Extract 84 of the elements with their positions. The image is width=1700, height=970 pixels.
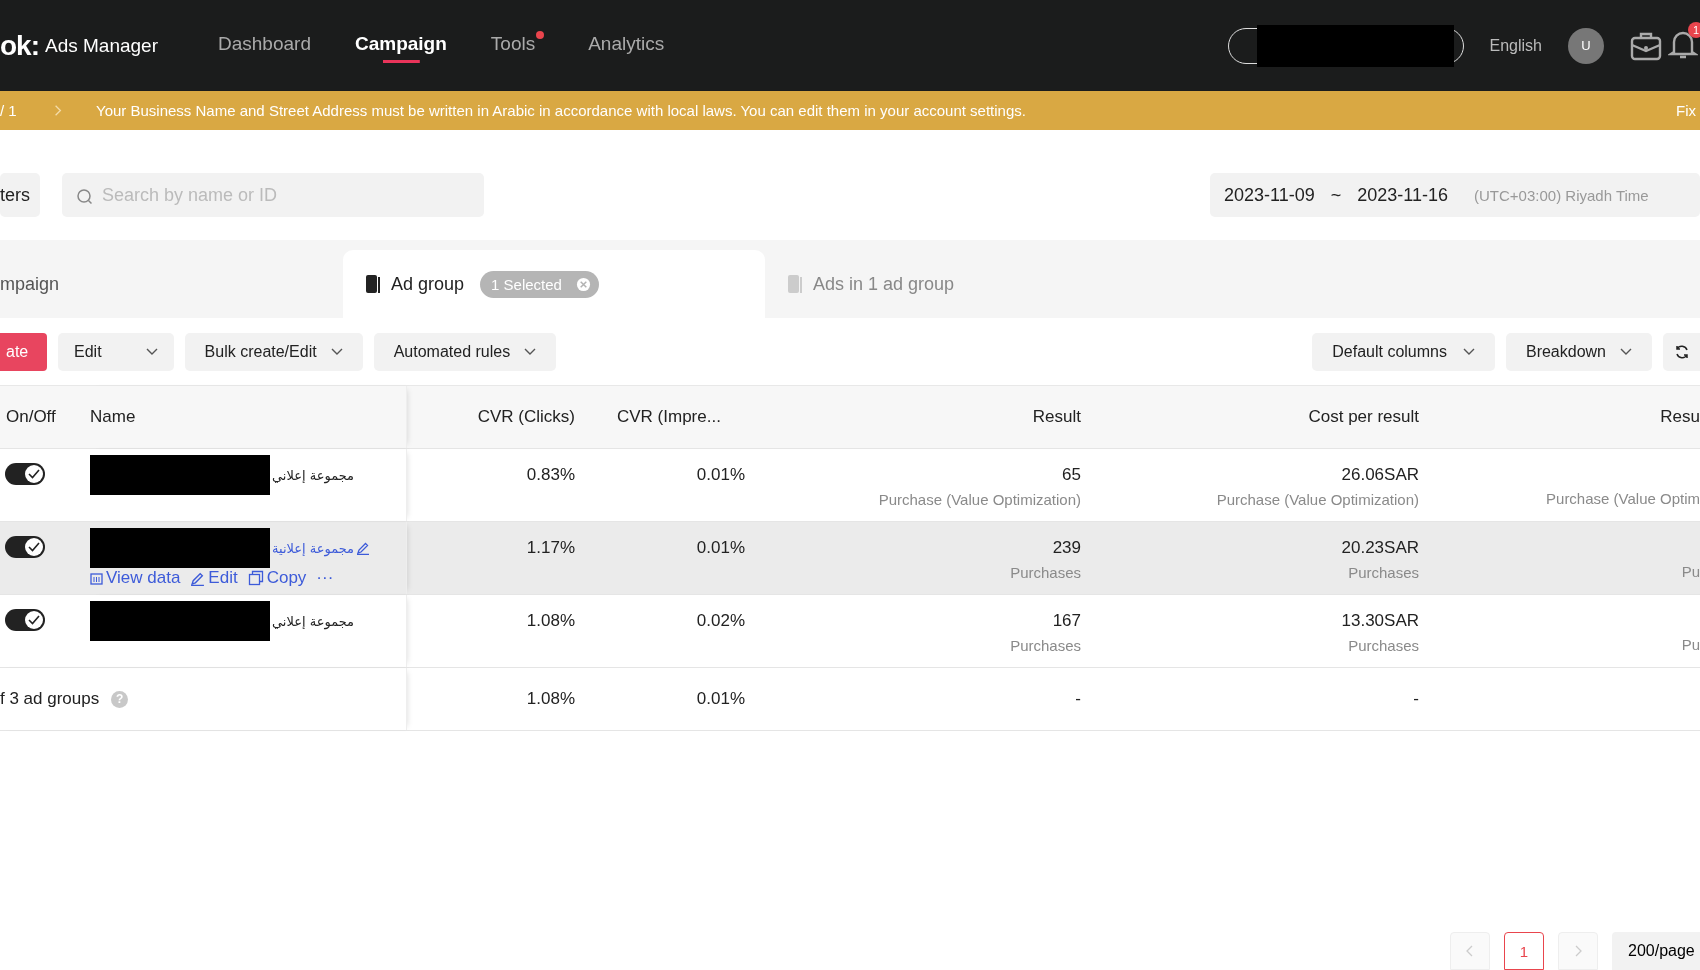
table-cell-text: 0.01% xyxy=(695,464,745,486)
document-icon xyxy=(787,274,803,294)
toggle-switch[interactable] xyxy=(5,609,45,631)
banner-message: Your Business Name and Street Address must be written in Arabic in accordance with local laws. You can edit them in your account settings. xyxy=(96,102,1026,119)
result-type: Purchase (Value Optimization) xyxy=(878,491,1081,508)
column-header: Result xyxy=(1031,407,1081,427)
result-type: Purchase (Value Optim xyxy=(1546,490,1700,507)
chevron-down-icon xyxy=(1620,348,1632,356)
check-icon xyxy=(28,542,40,552)
page-button[interactable]: 1 xyxy=(1504,932,1544,970)
dropdown-button[interactable]: Breakdown xyxy=(1505,333,1652,371)
logo: ok: xyxy=(0,29,39,62)
result-type: Purchase (Value Optimization) xyxy=(1216,491,1419,508)
table-cell: 65 xyxy=(1062,465,1081,485)
column-header: CVR (Clicks) xyxy=(476,407,575,427)
result-type: Purchases xyxy=(1348,564,1419,581)
check-icon xyxy=(28,469,40,479)
ad-group-link[interactable]: مجموعة إعلانية xyxy=(272,540,355,556)
table-cell-text: 0.01% xyxy=(695,537,745,559)
total-label: f 3 ad groups xyxy=(0,689,100,709)
result-type: Purchases xyxy=(1010,637,1081,654)
chevron-down-icon xyxy=(145,348,158,356)
chevron-right-icon xyxy=(1574,944,1582,957)
app-name: Ads Manager xyxy=(45,34,158,57)
banner-pager: / 1 xyxy=(0,102,18,119)
table-cell-text: 0.02% xyxy=(695,610,745,632)
table-cell: 20.23SAR xyxy=(1341,538,1419,558)
date-range-picker[interactable]: 2023-11-09 ~ 2023-11-16 (UTC+03:00) Riyadh Time xyxy=(1210,173,1700,217)
refresh-icon xyxy=(1673,344,1690,360)
chevron-down-icon xyxy=(524,348,537,356)
toggle-switch[interactable] xyxy=(5,536,45,558)
page-size-select[interactable]: 200/page xyxy=(1612,932,1700,970)
table-cell-text: 0.83% xyxy=(525,464,575,486)
ad-group-name: مجموعة إعلاني xyxy=(272,613,355,629)
avatar[interactable]: U xyxy=(1568,27,1604,64)
dropdown-button[interactable]: Automated rules xyxy=(373,333,557,371)
check-icon xyxy=(28,615,40,625)
chevron-left-icon xyxy=(1466,944,1474,957)
column-header: Cost per result xyxy=(1307,407,1419,427)
column-header: Name xyxy=(90,386,407,448)
column-header: Resu xyxy=(1659,407,1700,427)
table-cell: 26.06SAR xyxy=(1341,465,1419,485)
pencil-icon[interactable] xyxy=(356,541,371,555)
result-type: Purchases xyxy=(1348,637,1419,654)
language-link[interactable]: English xyxy=(1489,36,1542,55)
table-cell-text: 1.08% xyxy=(525,610,575,632)
table-cell: 167 xyxy=(1052,611,1081,631)
notification-badge: 1 xyxy=(1688,21,1700,38)
table-cell: 239 xyxy=(1052,538,1081,558)
table-cell-text: - xyxy=(1074,689,1081,709)
table-icon xyxy=(90,571,103,585)
copy-icon xyxy=(247,570,264,586)
result-type: Pu xyxy=(1681,563,1700,580)
column-header: On/Off xyxy=(5,407,57,427)
row-action-link[interactable]: View data xyxy=(90,568,181,588)
dropdown-button[interactable]: Edit xyxy=(58,333,174,371)
pencil-icon xyxy=(190,570,206,586)
result-type: Purchases xyxy=(1010,564,1081,581)
row-action-link[interactable]: Edit xyxy=(190,568,238,588)
nav-tab[interactable]: Dashboard xyxy=(218,25,311,66)
level-tab[interactable]: mpaign xyxy=(0,250,343,318)
toggle-switch[interactable] xyxy=(5,463,45,485)
table-cell-text: 0.01% xyxy=(695,689,745,709)
dropdown-button[interactable]: Default columns xyxy=(1312,333,1495,371)
result-type: Pu xyxy=(1681,636,1700,653)
row-action-link[interactable]: ··· xyxy=(316,568,334,588)
document-icon xyxy=(365,274,381,294)
create-button[interactable]: ate xyxy=(0,333,47,371)
nav-tab[interactable]: Analytics xyxy=(588,25,665,66)
chevron-down-icon xyxy=(1462,348,1475,356)
briefcase-icon[interactable] xyxy=(1630,30,1662,61)
table-cell: 13.30SAR xyxy=(1341,611,1419,631)
ad-group-name: مجموعة إعلاني xyxy=(272,467,355,483)
table-cell-text: 1.17% xyxy=(525,537,575,559)
nav-tab[interactable]: Tools xyxy=(490,25,545,66)
chevron-down-icon xyxy=(330,348,343,356)
refresh-button[interactable] xyxy=(1663,333,1700,371)
filters-button[interactable]: ters xyxy=(0,173,40,217)
table-cell-text: - xyxy=(1412,689,1419,709)
column-header: CVR (Impre... xyxy=(616,407,722,427)
row-action-link[interactable]: Copy xyxy=(247,568,307,588)
search-icon xyxy=(76,187,94,205)
table-cell-text: 1.08% xyxy=(525,689,575,709)
dropdown-button[interactable]: Bulk create/Edit xyxy=(184,333,363,371)
